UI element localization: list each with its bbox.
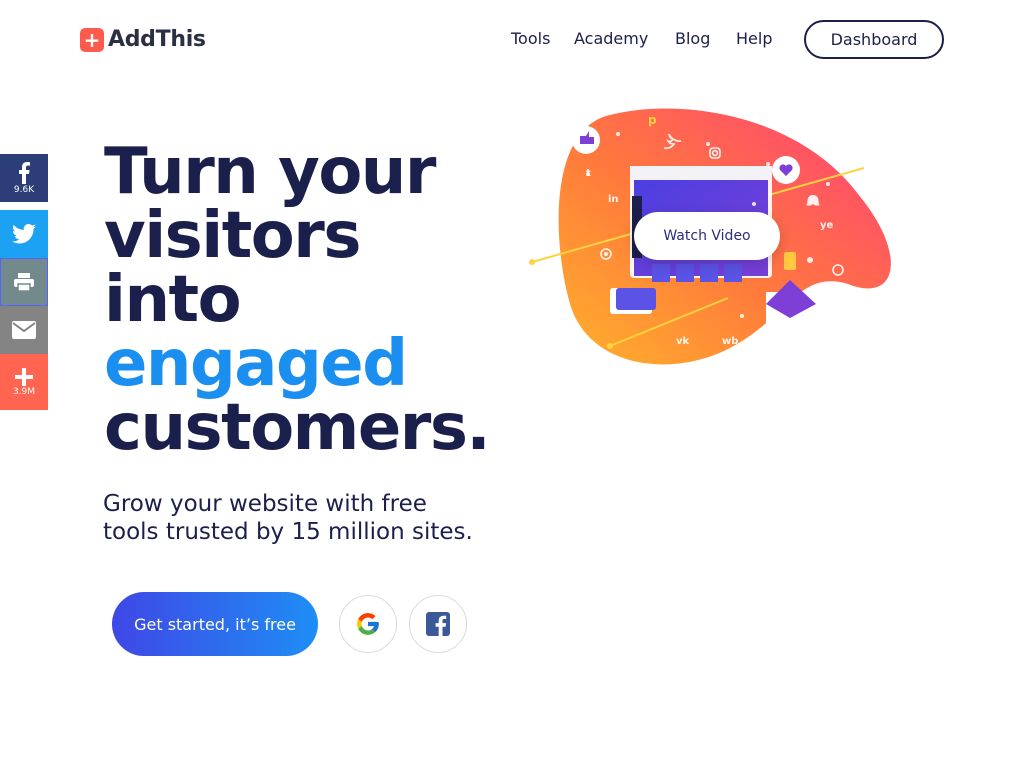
addthis-plus-icon: + bbox=[80, 27, 104, 52]
hero-title-line-5: customers. bbox=[104, 391, 491, 465]
share-facebook-button[interactable]: 9.6K bbox=[0, 154, 48, 202]
dashboard-button[interactable]: Dashboard bbox=[804, 20, 944, 59]
brand-name: AddThis bbox=[108, 27, 206, 52]
svg-text:in: in bbox=[608, 194, 619, 205]
email-icon bbox=[12, 321, 36, 339]
hero-subtitle-line-1: Grow your website with free bbox=[103, 491, 427, 517]
google-signup-button[interactable] bbox=[339, 595, 397, 653]
hero-title-line-1: Turn your bbox=[104, 135, 436, 209]
facebook-signup-button[interactable] bbox=[409, 595, 467, 653]
svg-text:ye: ye bbox=[820, 220, 834, 231]
nav-help[interactable]: Help bbox=[736, 29, 772, 48]
svg-text:t: t bbox=[586, 168, 591, 179]
nav-tools[interactable]: Tools bbox=[511, 29, 550, 48]
facebook-icon bbox=[426, 612, 450, 636]
share-more-button[interactable]: 3.9M bbox=[0, 354, 48, 410]
nav-academy[interactable]: Academy bbox=[574, 29, 648, 48]
hero-subtitle-line-2: tools trusted by 15 million sites. bbox=[103, 519, 473, 545]
nav-blog[interactable]: Blog bbox=[675, 29, 710, 48]
share-email-button[interactable] bbox=[0, 306, 48, 354]
hero-title-line-2: visitors bbox=[104, 199, 361, 273]
share-twitter-button[interactable] bbox=[0, 210, 48, 258]
hero-title-line-3: into bbox=[104, 263, 242, 337]
facebook-icon bbox=[19, 161, 30, 184]
facebook-share-count: 9.6K bbox=[13, 184, 35, 195]
hero-title-line-4: engaged bbox=[104, 327, 408, 401]
watch-video-button[interactable]: Watch Video bbox=[634, 212, 780, 260]
plus-icon bbox=[15, 367, 33, 386]
svg-text:wb: wb bbox=[722, 336, 738, 347]
addthis-logo[interactable]: + AddThis bbox=[80, 27, 206, 52]
printer-icon bbox=[14, 273, 34, 291]
total-share-count: 3.9M bbox=[12, 386, 36, 397]
twitter-icon bbox=[12, 224, 36, 244]
get-started-button[interactable]: Get started, it’s free bbox=[112, 592, 318, 656]
google-icon bbox=[357, 613, 379, 635]
svg-text:p: p bbox=[648, 113, 657, 127]
svg-text:vk: vk bbox=[676, 336, 690, 347]
share-print-button[interactable] bbox=[0, 258, 48, 306]
